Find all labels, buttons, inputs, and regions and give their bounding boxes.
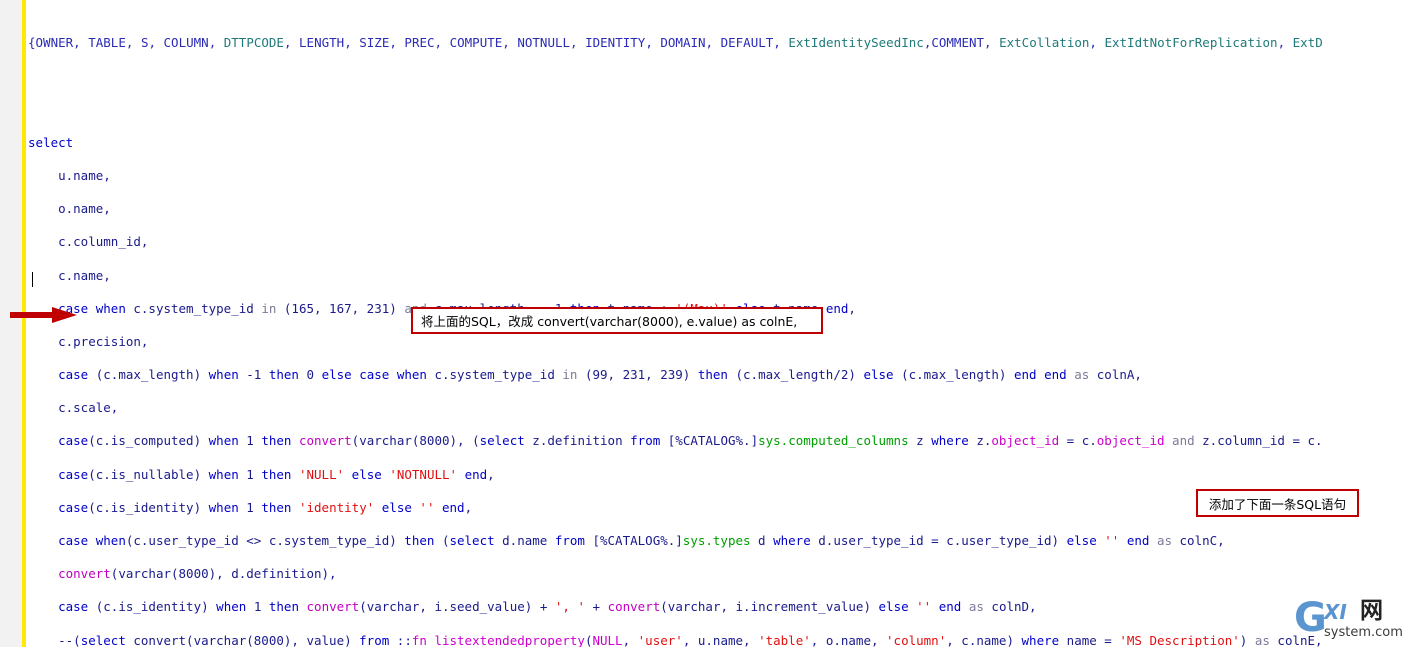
red-arrow-annotation [10,307,77,323]
code-line: convert(varchar(8000), d.definition), [58,566,337,582]
code-line: case when(c.user_type_id <> c.system_typ… [58,533,1225,548]
code-line: case(c.is_computed) when 1 then convert(… [58,433,1323,449]
code-line: select [28,134,74,150]
watermark-domain: system.com [1324,625,1403,640]
sql-editor[interactable]: {OWNER, TABLE, S, COLUMN, DTTPCODE, LENG… [0,0,1407,647]
code-line: c.precision, [58,333,149,349]
annotation-text-2: 添加了下面一条SQL语句 [1208,496,1347,512]
annotation-text-1: 将上面的SQL，改成 convert(varchar(8000), e.valu… [421,314,798,329]
code-line: case(c.is_nullable) when 1 then 'NULL' e… [58,466,495,482]
code-line: c.column_id, [58,234,149,250]
watermark-letter-g: G [1294,595,1327,641]
code-line: o.name, [58,201,111,217]
watermark-letters-xi: XI [1324,600,1347,624]
watermark-cjk-wang: 网 [1360,598,1383,624]
annotation-callout-added-sql: 添加了下面一条SQL语句 [1196,489,1359,517]
code-line: u.name, [58,167,111,183]
annotation-callout-edit-sql: 将上面的SQL，改成 convert(varchar(8000), e.valu… [411,307,823,334]
code-line: c.scale, [58,400,119,416]
code-line: case (c.max_length) when -1 then 0 else … [58,367,1142,383]
site-watermark: G XI 网 system.com [1294,595,1404,645]
code-line: c.name, [58,267,111,283]
code-line-comment: --(select convert(varchar(8000), value) … [58,632,1323,647]
code-line-header: {OWNER, TABLE, S, COLUMN, DTTPCODE, LENG… [28,35,1323,51]
code-line: case (c.is_identity) when 1 then convert… [58,599,1037,615]
